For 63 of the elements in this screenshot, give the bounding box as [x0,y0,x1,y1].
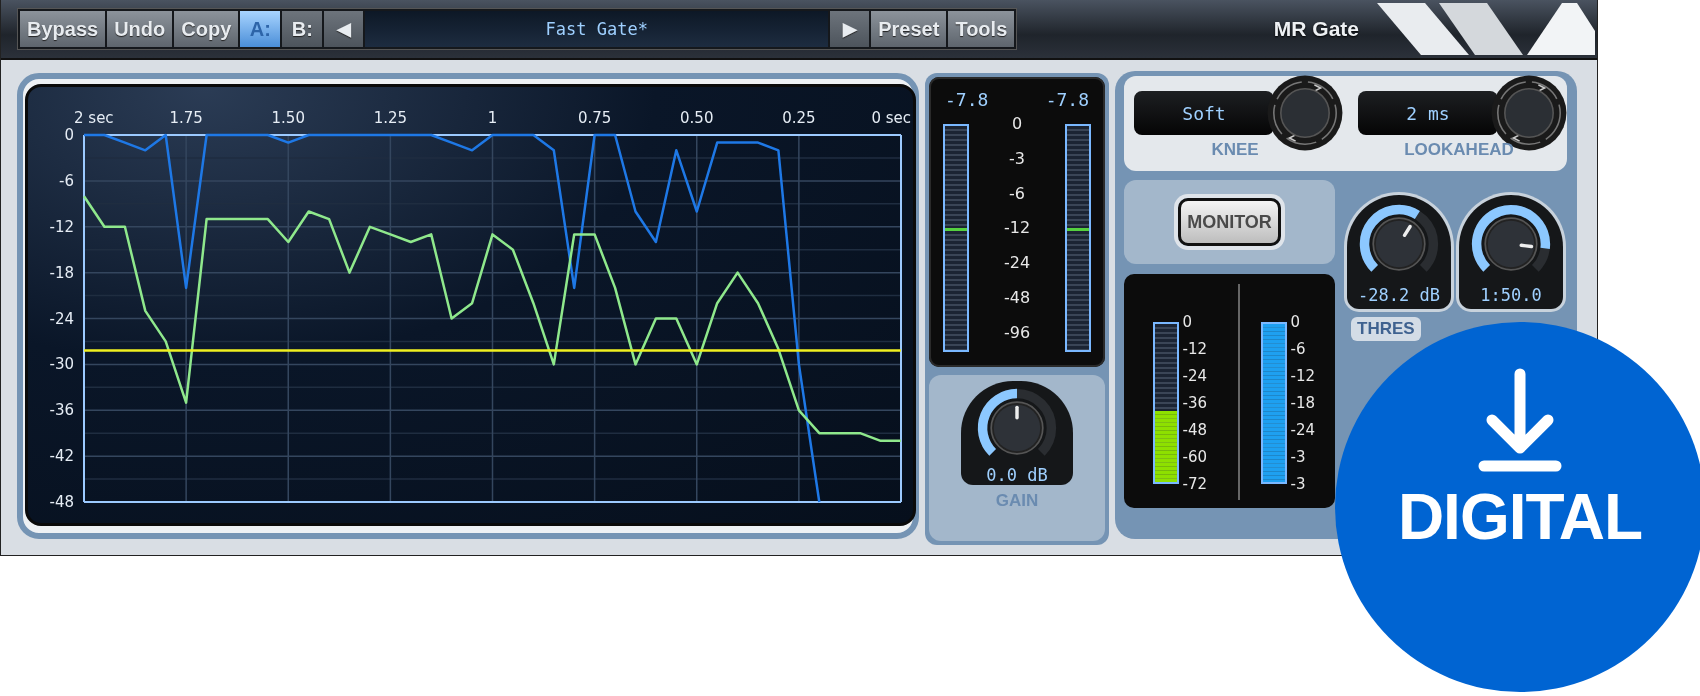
scale-label: -12 [1003,218,1031,238]
scale-label: -3 [1290,475,1307,493]
scale-label: -12 [1182,340,1208,358]
axis-label: 1.25 [373,109,408,127]
axis-label: 0.75 [577,109,612,127]
axis-label: 0.50 [680,109,714,127]
axis-label: 1.50 [271,109,305,127]
toolbar-button[interactable]: ▶ [830,11,870,47]
scale-label: -48 [1003,288,1031,308]
axis-label: 0 sec [871,109,911,127]
toolbar-button[interactable]: ◀ [324,11,364,47]
scale-label: -18 [1290,394,1316,412]
axis-label: 0 [64,126,74,144]
gain-value: 0.0 dB [986,465,1048,485]
scale-label: -24 [1290,421,1316,439]
scale-label: -24 [1003,253,1031,273]
axis-label: -18 [49,263,74,282]
threshold-value: -28.2 dB [1358,285,1440,305]
scale-label: -6 [1009,183,1025,203]
scale-label: -3 [1009,148,1025,168]
scale-label: -72 [1182,475,1208,493]
axis-label: -48 [49,493,74,511]
axis-label: 2 sec [74,109,114,127]
axis-label: -12 [49,217,74,236]
badge-label: DIGITAL [1397,480,1643,554]
scale-label: -24 [1182,367,1208,385]
scale-label: -48 [1182,421,1208,439]
ratio-value: 1:50.0 [1480,285,1542,305]
knob-label: GAIN [995,491,1039,511]
ab-toggle[interactable]: A: [240,11,281,47]
scale-label: -36 [1182,394,1208,412]
scale-label: 0 [1011,114,1023,133]
meter-reading: -7.8 [945,89,989,110]
toolbar-button[interactable]: Copy [174,11,239,47]
axis-label: 1.75 [169,109,203,127]
toolbar-button[interactable]: Tools [948,11,1015,47]
toolbar-button[interactable]: Bypass [20,11,106,47]
knob-label: LOOKAHEAD [1404,140,1514,160]
scale-label: -96 [1003,322,1031,342]
scale-label: 0 [1182,313,1194,331]
lookahead-display[interactable]: 2 ms [1358,91,1498,135]
toolbar-button[interactable]: Preset [871,11,947,47]
knob-label: THRES [1351,317,1421,341]
scale-label: -12 [1290,367,1316,385]
axis-label: -36 [49,401,74,420]
axis-label: 0.25 [782,109,816,127]
scale-label: -3 [1290,448,1307,466]
axis-label: -42 [49,447,74,466]
scale-label: 0 [1290,313,1302,331]
meter-reading: -7.8 [1045,89,1089,110]
axis-label: 1 [487,109,498,127]
scale-label: -60 [1182,448,1208,466]
axis-label: -30 [49,355,74,374]
plugin-title: MR Gate [1273,17,1359,41]
knee-display[interactable]: Soft [1134,91,1274,135]
preset-name-display[interactable]: Fast Gate* [365,11,829,47]
axis-label: -24 [49,309,74,328]
knob-label: KNEE [1211,140,1259,160]
axis-label: -6 [59,171,74,190]
toolbar-button[interactable]: Undo [107,11,173,47]
scale-label: -6 [1290,340,1307,358]
ab-toggle[interactable]: B: [282,11,323,47]
stepper-knob[interactable] [1266,74,1344,152]
